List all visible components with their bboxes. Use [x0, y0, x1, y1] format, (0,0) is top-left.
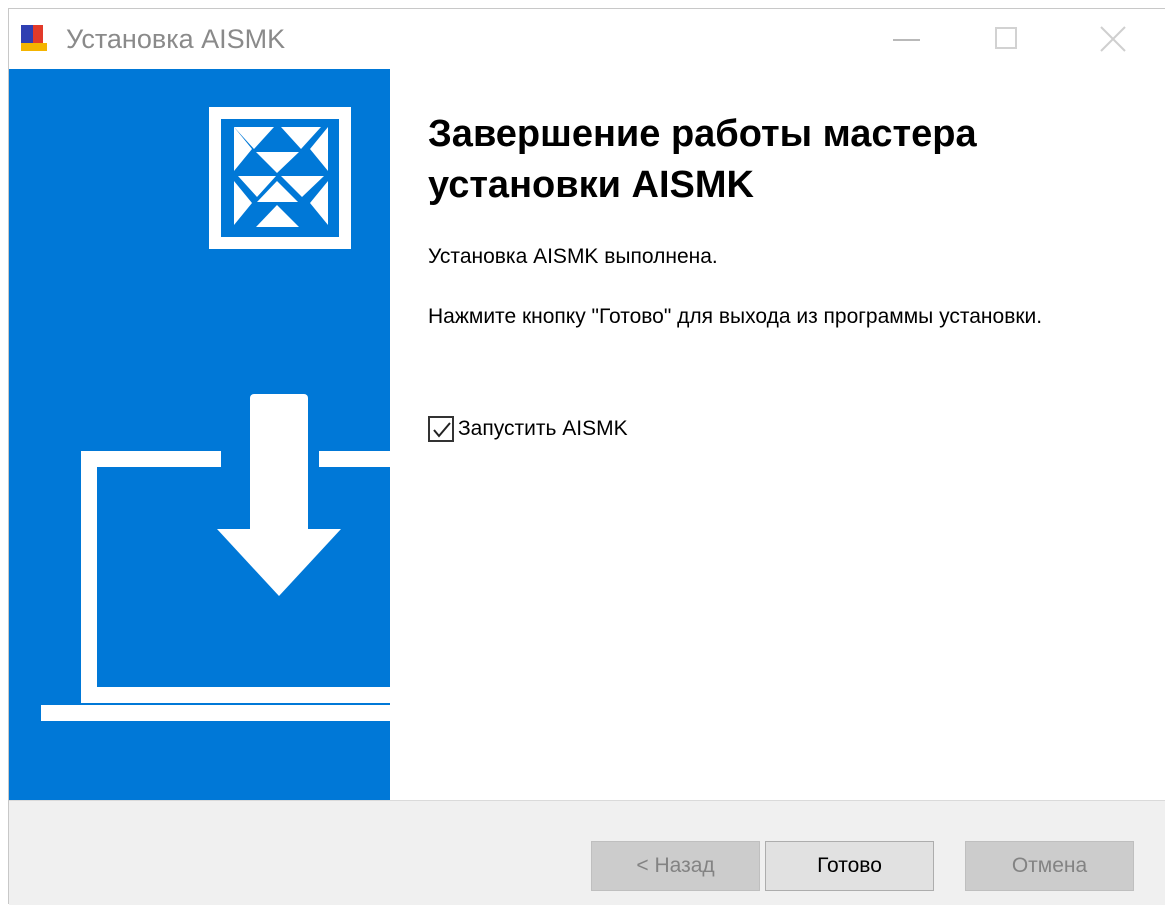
finish-button[interactable]: Готово	[765, 841, 934, 891]
launch-checkbox-label: Запустить AISMK	[458, 417, 628, 440]
status-text: Установка AISMK выполнена.	[428, 245, 718, 268]
installer-window: Установка AISMK Завершение работы мастер…	[8, 8, 1165, 905]
page-heading: Завершение работы мастера установки AISM…	[428, 113, 977, 206]
title-bar[interactable]: Установка AISMK	[9, 9, 1165, 69]
cancel-button[interactable]: Отмена	[965, 841, 1134, 891]
aismk-installer-icon	[21, 25, 47, 51]
laptop-download-icon	[41, 394, 390, 721]
instruction-text: Нажмите кнопку "Готово" для выхода из пр…	[428, 305, 1043, 328]
maximize-button[interactable]	[959, 9, 1059, 69]
back-button[interactable]: < Назад	[591, 841, 760, 891]
minimize-button[interactable]	[857, 9, 957, 69]
launch-checkbox-row[interactable]: Запустить AISMK	[428, 412, 628, 446]
window-title: Установка AISMK	[66, 24, 286, 54]
close-icon	[1100, 26, 1126, 52]
maximize-icon	[995, 27, 1017, 49]
aismk-logo-icon	[209, 107, 351, 249]
checkmark-icon	[433, 422, 451, 438]
sidebar-artwork	[41, 107, 390, 721]
minimize-icon	[893, 39, 920, 41]
wizard-content: Завершение работы мастера установки AISM…	[390, 69, 1165, 800]
wizard-sidebar	[9, 69, 390, 800]
launch-checkbox[interactable]	[428, 416, 454, 442]
close-button[interactable]	[1061, 9, 1161, 69]
wizard-footer: < Назад Готово Отмена	[9, 800, 1165, 905]
